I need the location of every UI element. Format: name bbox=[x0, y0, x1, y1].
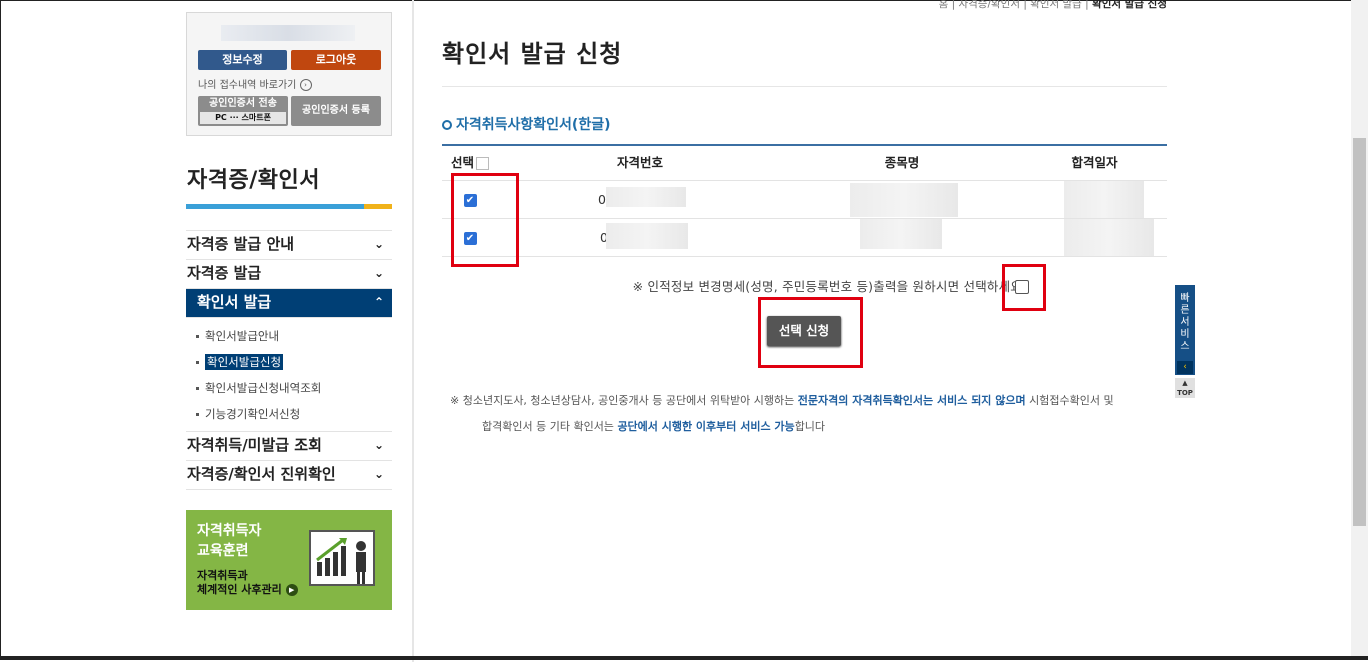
cert-number-blurred bbox=[606, 223, 688, 249]
cert-register-button[interactable]: 공인인증서 등록 bbox=[291, 96, 381, 126]
bottom-border bbox=[0, 656, 1368, 660]
quick-service-panel[interactable]: 빠른서비스 ‹ bbox=[1175, 285, 1195, 375]
chevron-down-icon: ⌄ bbox=[373, 438, 384, 452]
scrollbar-thumb[interactable] bbox=[1353, 138, 1366, 526]
chevron-up-icon: ⌃ bbox=[373, 295, 384, 309]
sidebar-item-cert-issue-guide[interactable]: 자격증 발급 안내 ⌄ bbox=[186, 230, 392, 260]
cert-send-label: 공인인증서 전송 bbox=[209, 98, 277, 109]
menu-label: 자격증/확인서 진위확인 bbox=[187, 465, 336, 483]
play-icon: ▶ bbox=[285, 584, 298, 596]
cert-send-button[interactable]: 공인인증서 전송 PC ··· 스마트폰 bbox=[198, 96, 288, 126]
submenu-item-history[interactable]: 확인서발급신청내역조회 bbox=[196, 378, 392, 404]
breadcrumb-home[interactable]: 홈 bbox=[939, 0, 949, 10]
pass-date-blurred bbox=[1064, 219, 1154, 256]
table-row: ✔ 0 bbox=[442, 181, 1167, 219]
cert-number-cell: 0 bbox=[598, 192, 606, 207]
menu-label: 자격취득/미발급 조회 bbox=[187, 436, 322, 454]
sidebar: 정보수정 로그아웃 나의 접수내역 바로가기 › 공인인증서 전송 PC ···… bbox=[186, 12, 392, 610]
menu-label: 자격증 발급 안내 bbox=[187, 235, 295, 253]
login-box: 정보수정 로그아웃 나의 접수내역 바로가기 › 공인인증서 전송 PC ···… bbox=[186, 12, 392, 136]
banner-heading: 자격취득자 교육훈련 bbox=[197, 523, 262, 559]
logout-button[interactable]: 로그아웃 bbox=[291, 50, 381, 70]
select-all-checkbox[interactable] bbox=[476, 157, 489, 170]
page-title: 확인서 발급 신청 bbox=[442, 40, 623, 68]
chevron-down-icon: ⌄ bbox=[373, 237, 384, 251]
recent-applications-link[interactable]: 나의 접수내역 바로가기 › bbox=[198, 76, 312, 91]
scroll-top-button[interactable]: ▲ TOP bbox=[1175, 378, 1195, 398]
presentation-board-illustration bbox=[309, 530, 375, 586]
edit-profile-button[interactable]: 정보수정 bbox=[198, 50, 287, 70]
title-divider bbox=[442, 86, 1167, 87]
breadcrumb-current: 확인서 발급 신청 bbox=[1092, 0, 1167, 10]
sidebar-item-cert-issue[interactable]: 자격증 발급 ⌄ bbox=[186, 259, 392, 289]
caret-up-icon: ▲ bbox=[1182, 379, 1188, 387]
cert-send-sub: PC ··· 스마트폰 bbox=[200, 112, 286, 124]
breadcrumb-level2[interactable]: 확인서 발급 bbox=[1030, 0, 1082, 10]
breadcrumb-level1[interactable]: 자격증/확인서 bbox=[958, 0, 1020, 10]
sidebar-item-acquisition-lookup[interactable]: 자격취득/미발급 조회 ⌄ bbox=[186, 431, 392, 461]
banner-description: 자격취득과 체계적인 사후관리 ▶ bbox=[197, 569, 298, 597]
title-underline bbox=[186, 204, 392, 209]
footnote: ※ 청소년지도사, 청소년상담사, 공인중개사 등 공단에서 위탁받아 시행하는… bbox=[450, 394, 1114, 433]
submenu-item-guide[interactable]: 확인서발급안내 bbox=[196, 326, 392, 352]
header-cert-number: 자격번호 bbox=[616, 155, 663, 170]
highlight-info-checkbox bbox=[1002, 264, 1046, 311]
menu-label: 자격증 발급 bbox=[187, 264, 262, 282]
submenu-item-apply[interactable]: 확인서발급신청 bbox=[196, 352, 392, 378]
highlight-checkboxes bbox=[451, 173, 519, 267]
sidebar-title: 자격증/확인서 bbox=[187, 168, 320, 193]
section-title: 자격취득사항확인서(한글) bbox=[442, 114, 610, 134]
info-change-notice: ※ 인적정보 변경명세(성명, 주민등록번호 등)출력을 원하시면 선택하세요 bbox=[632, 279, 1022, 294]
table-header-row: 선택 자격번호 종목명 합격일자 bbox=[442, 146, 1167, 181]
education-banner[interactable]: 자격취득자 교육훈련 자격취득과 체계적인 사후관리 ▶ bbox=[186, 510, 392, 610]
arrow-right-icon: › bbox=[299, 79, 312, 91]
sidebar-item-confirmation-issue[interactable]: 확인서 발급 ⌃ bbox=[186, 288, 392, 318]
content-divider bbox=[412, 0, 414, 662]
submenu-item-skills-competition[interactable]: 기능경기확인서신청 bbox=[196, 404, 392, 430]
sidebar-menu: 자격증 발급 안내 ⌄ 자격증 발급 ⌄ 확인서 발급 ⌃ 확인서발급안내 확인… bbox=[186, 230, 392, 490]
header-item-name: 종목명 bbox=[884, 155, 920, 170]
pass-date-blurred bbox=[1064, 181, 1144, 218]
submenu: 확인서발급안내 확인서발급신청 확인서발급신청내역조회 기능경기확인서신청 bbox=[186, 318, 392, 432]
menu-label: 확인서 발급 bbox=[197, 293, 272, 311]
sidebar-item-authenticity-check[interactable]: 자격증/확인서 진위확인 ⌄ bbox=[186, 460, 392, 490]
quick-service-label: 빠른서비스 bbox=[1180, 293, 1190, 352]
table-row: ✔ 0 bbox=[442, 219, 1167, 257]
ring-bullet-icon bbox=[442, 120, 452, 130]
breadcrumb: 홈 | 자격증/확인서 | 확인서 발급 | 확인서 발급 신청 bbox=[938, 0, 1167, 10]
cert-number-blurred bbox=[606, 187, 686, 207]
chevron-down-icon: ⌄ bbox=[373, 467, 384, 481]
chevron-left-icon[interactable]: ‹ bbox=[1177, 361, 1193, 374]
chevron-down-icon: ⌄ bbox=[373, 266, 384, 280]
item-name-blurred bbox=[850, 183, 958, 217]
recent-link-label: 나의 접수내역 바로가기 bbox=[198, 80, 297, 91]
user-name-blurred bbox=[221, 25, 355, 41]
header-pass-date: 합격일자 bbox=[1071, 155, 1118, 170]
item-name-blurred bbox=[860, 219, 942, 249]
highlight-submit bbox=[758, 297, 863, 368]
certificate-table: 선택 자격번호 종목명 합격일자 ✔ 0 ✔ 0 bbox=[442, 144, 1167, 257]
